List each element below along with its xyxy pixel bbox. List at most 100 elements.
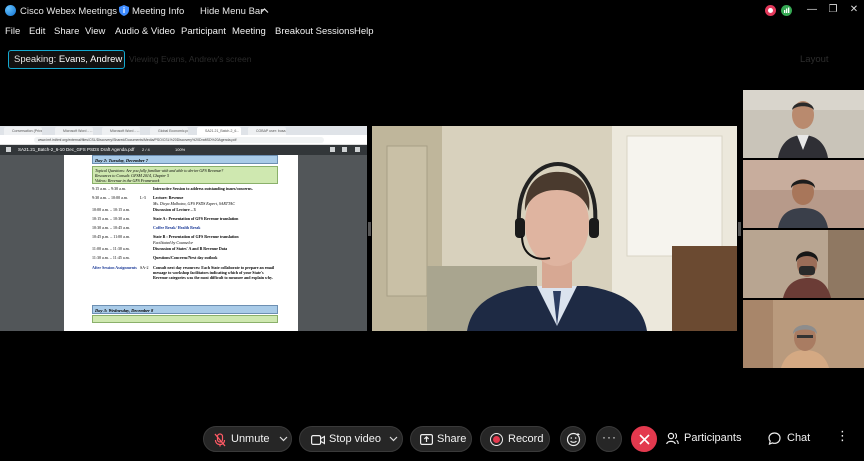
chat-icon[interactable]	[768, 432, 781, 445]
shared-screen[interactable]: Conversation (Priva... Microsoft Word - …	[0, 126, 367, 331]
more-dots-icon: ···	[602, 430, 617, 444]
layout-button[interactable]: Layout	[800, 54, 829, 65]
browser-tab[interactable]: Global Economic.pdf	[150, 127, 188, 135]
browser-tab[interactable]: COBAP user: busa...	[248, 127, 286, 135]
record-button[interactable]: Record	[480, 426, 550, 452]
doc-row-time: 10:30 a.m. – 10:45 a.m.	[92, 225, 130, 230]
menu-audio-video[interactable]: Audio & Video	[115, 26, 175, 37]
participant-video	[743, 90, 864, 158]
participants-button[interactable]: Participants	[684, 432, 741, 444]
title-bar: Cisco Webex Meetings Meeting Info Hide M…	[0, 0, 864, 22]
doc-row-time: 9:15 a.m. – 9:30 a.m.	[92, 186, 126, 191]
menu-view[interactable]: View	[85, 26, 105, 37]
active-speaker-video[interactable]	[372, 126, 737, 331]
menu-file[interactable]: File	[5, 26, 20, 37]
overflow-menu-icon[interactable]: ⋮	[836, 428, 849, 444]
doc-topical-box: Topical Questions: Are you fully familia…	[92, 166, 278, 184]
restore-window-button[interactable]: ❐	[826, 3, 840, 17]
menu-participant[interactable]: Participant	[181, 26, 226, 37]
menu-bar: File Edit Share View Audio & Video Parti…	[0, 22, 864, 42]
menu-breakout-sessions[interactable]: Breakout Sessions	[275, 26, 354, 37]
participant-thumbnail[interactable]	[743, 300, 864, 368]
webex-logo-icon	[5, 5, 16, 16]
close-window-button[interactable]: ✕	[847, 3, 861, 17]
pdf-page: Day 2: Tuesday, December 7 Topical Quest…	[64, 155, 298, 331]
pdf-zoom-level[interactable]: 100%	[175, 147, 185, 152]
browser-tab-strip: Conversation (Priva... Microsoft Word - …	[0, 126, 367, 135]
record-label: Record	[508, 433, 544, 445]
shield-info-icon[interactable]	[119, 5, 129, 16]
doc-row-time: 10:15 a.m. – 10:30 a.m.	[92, 216, 130, 221]
app-title: Cisco Webex Meetings	[20, 6, 117, 17]
browser-tab[interactable]: Microsoft Word - ...	[55, 127, 93, 135]
doc-row-time: 10:00 a.m. – 10:15 a.m.	[92, 207, 130, 212]
participant-thumbnail[interactable]	[743, 230, 864, 298]
menu-help[interactable]: Help	[354, 26, 374, 37]
doc-row-session: State A : Presentation of GFS Revenue tr…	[153, 216, 239, 221]
doc-row-time: 11:30 a.m. – 11:45 a.m.	[92, 255, 130, 260]
doc-day-header: Day 2: Tuesday, December 7	[92, 155, 278, 164]
video-camera-icon	[311, 435, 325, 445]
chat-button[interactable]: Chat	[787, 432, 810, 444]
speaking-name: Evans, Andrew	[58, 54, 123, 65]
microphone-muted-icon	[214, 433, 226, 447]
menu-meeting[interactable]: Meeting	[232, 26, 266, 37]
scroll-left-handle[interactable]	[368, 222, 371, 236]
doc-row-session: Ms. Divya Malhotra, GFS PSDS Expert, SAR…	[153, 201, 236, 206]
chevron-up-icon[interactable]	[260, 6, 269, 15]
doc-row-session: Facilitated by Counselor	[153, 240, 193, 245]
doc-row-number: SA-2	[140, 265, 149, 270]
doc-row-session: Interactive Session to address outstandi…	[153, 186, 253, 191]
speaking-label: Speaking:	[14, 54, 57, 65]
browser-url[interactable]: www.imf.int/imf.org/external/files/CSL/D…	[34, 137, 324, 143]
doc-row-session: State B : Presentation of GFS Revenue tr…	[153, 234, 239, 239]
share-screen-icon	[420, 434, 433, 445]
share-label: Share	[437, 433, 467, 445]
more-options-button[interactable]: ···	[596, 426, 622, 452]
doc-topical-box-day3	[92, 315, 278, 323]
browser-tab-active[interactable]: SA21.21_Batch-2_6...	[197, 127, 241, 135]
pdf-title: SA21.21_Batch-2_6-10 Dec_GFS PSDS Draft …	[18, 147, 135, 152]
unmute-button[interactable]: Unmute	[203, 426, 292, 452]
minimize-window-button[interactable]: —	[805, 3, 819, 17]
speaker-video-frame	[372, 126, 737, 331]
unmute-label: Unmute	[231, 433, 270, 445]
pdf-toolbar: SA21.21_Batch-2_6-10 Dec_GFS PSDS Draft …	[0, 145, 367, 155]
download-icon[interactable]	[330, 147, 335, 152]
meeting-controls: Unmute Stop video Share Record ··· Parti…	[0, 418, 864, 461]
pdf-page-indicator[interactable]: 2 / 4	[142, 147, 150, 152]
menu-share[interactable]: Share	[54, 26, 79, 37]
participant-video	[743, 230, 864, 298]
doc-row-session: Discussion of States' A and B Revenue Da…	[153, 246, 228, 251]
viewing-screen-label: Viewing Evans, Andrew's screen	[129, 54, 252, 64]
leave-meeting-button[interactable]	[631, 426, 657, 452]
doc-row-session: Coffee Break/ Health Break	[153, 225, 201, 230]
share-button[interactable]: Share	[410, 426, 472, 452]
print-icon[interactable]	[342, 147, 347, 152]
participant-thumbnail[interactable]	[743, 90, 864, 158]
doc-day3-header: Day 3: Wednesday, December 8	[92, 305, 278, 314]
browser-tab[interactable]: Conversation (Priva...	[4, 127, 42, 135]
reactions-button[interactable]	[560, 426, 586, 452]
stop-video-button[interactable]: Stop video	[299, 426, 403, 452]
participant-thumbnail[interactable]	[743, 160, 864, 228]
doc-row-session: Discussion of Lecture – 3	[153, 207, 196, 212]
chevron-down-icon[interactable]	[389, 436, 398, 442]
emoji-smile-icon	[566, 432, 581, 447]
doc-row-session: Lecture: Revenue	[153, 195, 184, 200]
browser-address-bar: www.imf.int/imf.org/external/files/CSL/D…	[0, 135, 367, 145]
scroll-right-handle[interactable]	[738, 222, 741, 236]
menu-edit[interactable]: Edit	[29, 26, 45, 37]
record-icon	[493, 436, 500, 443]
meeting-info-button[interactable]: Meeting Info	[132, 6, 184, 17]
browser-tab[interactable]: Microsoft Word - ...	[102, 127, 140, 135]
more-options-icon[interactable]	[355, 147, 360, 152]
participants-icon[interactable]	[666, 432, 679, 445]
doc-row-number: L-3	[140, 195, 146, 200]
hide-menu-bar-button[interactable]: Hide Menu Bar	[200, 6, 263, 17]
doc-row-time: 11:00 a.m. – 11:30 a.m.	[92, 246, 130, 251]
hamburger-menu-icon[interactable]	[6, 147, 11, 152]
speaking-indicator: Speaking: Evans, Andrew	[8, 50, 125, 69]
doc-row-time: 9:30 a.m. – 10:00 a.m.	[92, 195, 128, 200]
chevron-down-icon[interactable]	[279, 436, 288, 442]
